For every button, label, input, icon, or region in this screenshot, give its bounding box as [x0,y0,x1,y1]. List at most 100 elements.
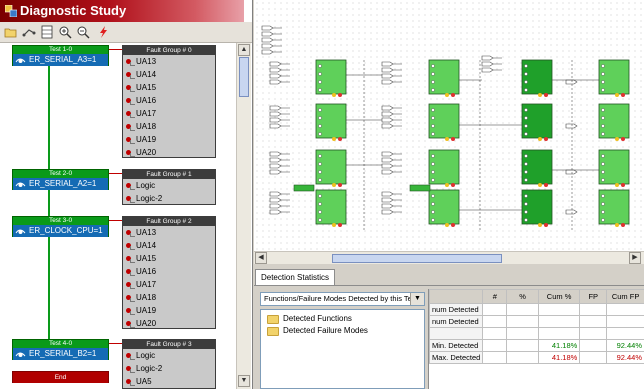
folder-icon [267,315,279,324]
pin-icon [431,154,435,158]
pin-icon [318,108,322,112]
connect-icon[interactable] [22,25,36,39]
column-header[interactable] [428,289,484,304]
row-label [428,327,484,340]
fault-item[interactable]: UA18 [123,291,215,304]
led-icon [451,137,455,141]
fault-item[interactable]: UA18 [123,120,215,133]
fault-group-3[interactable]: Fault Group # 3 Logic Logic-2 UA5 [122,339,216,389]
fault-item[interactable]: UA19 [123,304,215,317]
fault-group-0[interactable]: Fault Group # 0 UA13 UA14 UA15 UA16 UA17… [122,45,216,158]
tab-detection-statistics[interactable]: Detection Statistics [255,269,335,286]
port-icon [381,209,394,215]
scroll-left-arrow[interactable]: ◀ [255,252,267,264]
fault-item[interactable]: UA17 [123,278,215,291]
led-icon [445,183,449,187]
port-icon [269,123,282,129]
pin-icon [524,80,528,84]
fault-item[interactable]: UA13 [123,226,215,239]
pin-icon [318,210,322,214]
test-node-1[interactable]: Test 1-0 ER_SERIAL_A3=1 [12,45,109,66]
led-icon [615,223,619,227]
port-icon [381,151,394,157]
fault-item[interactable]: UA13 [123,55,215,68]
fault-item[interactable]: Logic [123,349,215,362]
fault-link [109,220,122,221]
block-diagram-canvas[interactable] [254,0,644,251]
column-header[interactable]: Cum FP [606,289,644,304]
scroll-right-arrow[interactable]: ▶ [629,252,641,264]
column-header[interactable]: % [506,289,539,304]
diagram-horizontal-scrollbar[interactable]: ◀ ▶ [254,251,644,265]
fault-item-label: Logic-2 [136,194,163,203]
led-icon [538,137,542,141]
fault-group-2[interactable]: Fault Group # 2 UA13 UA14 UA15 UA16 UA17… [122,216,216,329]
fault-item[interactable]: UA20 [123,317,215,330]
fault-item[interactable]: UA5 [123,375,215,388]
port-icon [269,157,282,163]
grid-icon[interactable] [40,25,54,39]
chevron-down-icon[interactable]: ▼ [410,293,424,305]
scroll-down-arrow[interactable]: ▼ [238,375,250,387]
fault-item[interactable]: UA14 [123,68,215,81]
fault-item[interactable]: UA19 [123,133,215,146]
tree-item-detected-failure-modes[interactable]: Detected Failure Modes [267,325,368,337]
fault-item-label: UA20 [136,319,157,328]
port-icon [269,117,282,123]
zoom-in-icon[interactable] [58,25,72,39]
tree-item-detected-functions[interactable]: Detected Functions [267,313,352,325]
scroll-up-arrow[interactable]: ▲ [238,44,250,56]
pin-icon [431,88,435,92]
port-icon [261,25,274,31]
test-node-3[interactable]: Test 3-0 ER_CLOCK_CPU=1 [12,216,109,237]
table-cell [579,339,608,352]
fault-item[interactable]: Logic [123,179,215,192]
port-icon [565,169,578,175]
pin-icon [318,218,322,222]
tree-vertical-scrollbar[interactable]: ▲ ▼ [236,43,251,389]
led-icon [615,183,619,187]
pin-icon [601,194,605,198]
scroll-thumb[interactable] [332,254,502,263]
column-header[interactable]: # [482,289,508,304]
port-icon [381,61,394,67]
test-name: ER_SERIAL_B2=1 [29,349,97,358]
fault-item[interactable]: UA20 [123,146,215,159]
pin-icon [318,194,322,198]
fault-item[interactable]: UA15 [123,81,215,94]
port-icon [269,197,282,203]
scroll-thumb[interactable] [239,57,249,97]
led-icon [338,183,342,187]
test-node-2[interactable]: Test 2-0 ER_SERIAL_A2=1 [12,169,109,190]
folder-open-icon[interactable] [4,25,18,39]
led-icon [332,183,336,187]
test-name: ER_SERIAL_A3=1 [29,55,97,64]
fault-item[interactable]: UA16 [123,265,215,278]
zoom-out-icon[interactable] [76,25,90,39]
fault-group-1[interactable]: Fault Group # 1 Logic Logic-2 [122,169,216,205]
led-icon [445,137,449,141]
test-node-4[interactable]: Test 4-0 ER_SERIAL_B2=1 [12,339,109,360]
pin-icon [318,202,322,206]
detection-filter-select[interactable]: Functions/Failure Modes Detected by this… [260,292,425,306]
table-row: Max. Detected 41.18% 92.44% [428,351,644,364]
tree-item-label: Detected Failure Modes [283,326,368,335]
pin-icon [601,64,605,68]
detected-items-tree: Detected Functions Detected Failure Mode… [260,309,425,389]
fault-item[interactable]: Logic-2 [123,192,215,205]
pin-icon [431,162,435,166]
led-icon [451,223,455,227]
fault-item[interactable]: Logic-2 [123,362,215,375]
port-icon [381,191,394,197]
lightning-icon[interactable] [96,25,110,39]
tree-trunk [48,63,50,358]
column-header[interactable]: Cum % [537,289,581,304]
column-header[interactable]: FP [579,289,608,304]
end-node[interactable]: End [12,371,109,383]
fault-item[interactable]: UA15 [123,252,215,265]
fault-item[interactable]: UA17 [123,107,215,120]
fault-item[interactable]: UA14 [123,239,215,252]
table-header-row: # % Cum % FP Cum FP [428,289,644,304]
fault-item[interactable]: UA16 [123,94,215,107]
pin-icon [431,72,435,76]
